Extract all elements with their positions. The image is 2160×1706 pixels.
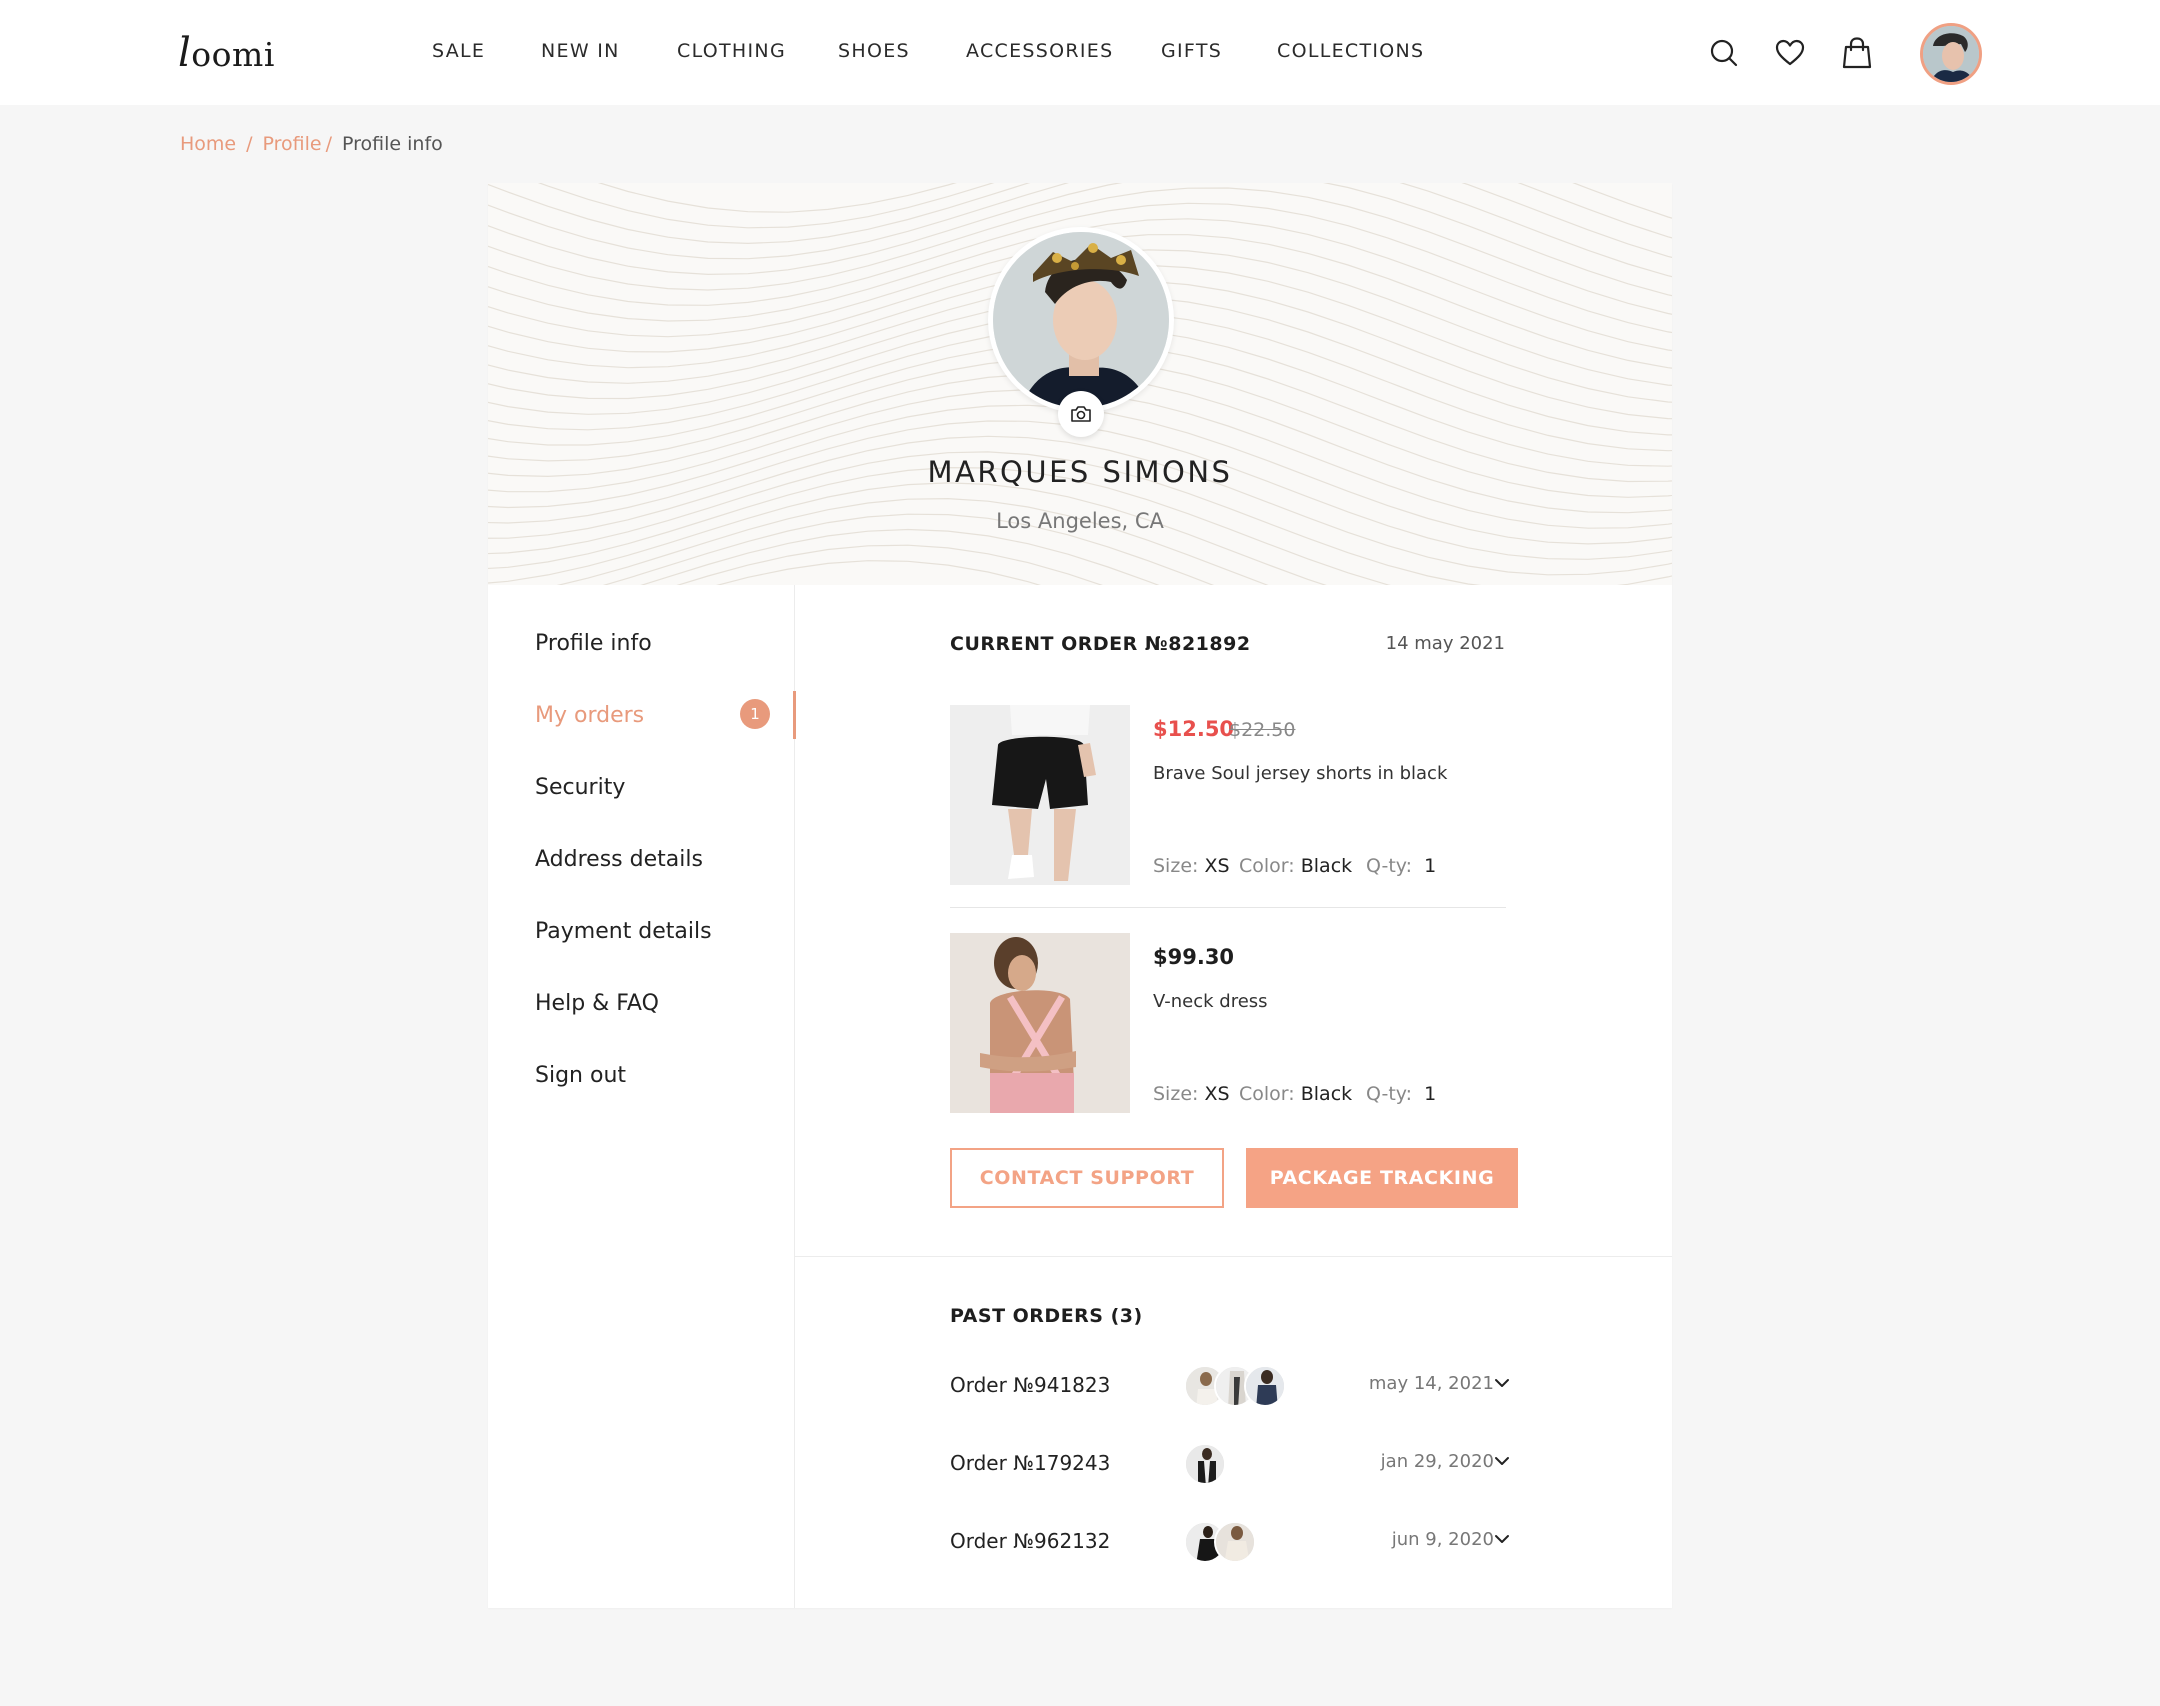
divider (950, 907, 1506, 908)
nav-accessories[interactable]: ACCESSORIES (966, 40, 1113, 62)
product-image[interactable] (950, 933, 1130, 1113)
product-name[interactable]: V-neck dress (1153, 991, 1268, 1012)
chevron-down-icon[interactable] (1490, 1527, 1514, 1551)
breadcrumb-home[interactable]: Home (180, 133, 236, 155)
color-label: Color: (1239, 1083, 1295, 1105)
product-thumbnail (1214, 1521, 1256, 1563)
size-label: Size: (1153, 855, 1199, 877)
product-price: $99.30 (1153, 945, 1235, 969)
order-item: $99.30 V-neck dress Size: XS Color: Blac… (950, 933, 1547, 1113)
product-name[interactable]: Brave Soul jersey shorts in black (1153, 763, 1447, 784)
breadcrumb: Home / Profile / Profile info (180, 133, 443, 155)
product-thumbnail (1184, 1443, 1226, 1485)
package-tracking-button[interactable]: PACKAGE TRACKING (1246, 1148, 1518, 1208)
size-value: XS (1204, 1083, 1230, 1105)
size-label: Size: (1153, 1083, 1199, 1105)
qty-label: Q-ty: (1366, 1083, 1413, 1105)
breadcrumb-current: Profile info (342, 133, 443, 155)
nav-clothing[interactable]: CLOTHING (677, 40, 786, 62)
orders-panel: CURRENT ORDER №821892 14 may 2021 $12.50… (488, 183, 1672, 1608)
header-user-avatar[interactable] (1920, 23, 1982, 85)
nav-new-in[interactable]: NEW IN (541, 40, 620, 62)
past-order-number: Order №179243 (950, 1451, 1111, 1475)
breadcrumb-profile[interactable]: Profile (263, 133, 322, 155)
main-nav: SALE NEW IN CLOTHING SHOES ACCESSORIES G… (0, 40, 2160, 70)
breadcrumb-separator: / (325, 133, 332, 155)
product-size: Size: XS (1153, 855, 1230, 877)
past-order-number: Order №941823 (950, 1373, 1111, 1397)
product-size: Size: XS (1153, 1083, 1230, 1105)
color-label: Color: (1239, 855, 1295, 877)
order-item: $12.50 $22.50 Brave Soul jersey shorts i… (950, 705, 1547, 885)
breadcrumb-separator: / (246, 133, 253, 155)
qty-value: 1 (1424, 1083, 1437, 1105)
qty-label: Q-ty: (1366, 855, 1413, 877)
section-divider (795, 1256, 1672, 1257)
product-thumbnail (1244, 1365, 1286, 1407)
product-old-price: $22.50 (1229, 719, 1296, 741)
product-qty: Q-ty: 1 (1366, 855, 1436, 877)
current-order-title: CURRENT ORDER №821892 (950, 633, 1251, 655)
nav-shoes[interactable]: SHOES (838, 40, 910, 62)
search-icon[interactable] (1707, 36, 1741, 70)
product-color: Color: Black (1239, 855, 1352, 877)
product-color: Color: Black (1239, 1083, 1352, 1105)
chevron-down-icon[interactable] (1490, 1449, 1514, 1473)
contact-support-button[interactable]: CONTACT SUPPORT (950, 1148, 1224, 1208)
color-value: Black (1300, 1083, 1353, 1105)
past-order-row[interactable]: Order №179243 jan 29, 2020 (950, 1441, 1510, 1487)
qty-value: 1 (1424, 855, 1437, 877)
past-order-row[interactable]: Order №962132 jun 9, 2020 (950, 1519, 1510, 1565)
current-order-date: 14 may 2021 (1385, 633, 1505, 654)
heart-icon[interactable] (1773, 36, 1807, 70)
shopping-bag-icon[interactable] (1840, 36, 1874, 70)
size-value: XS (1204, 855, 1230, 877)
past-order-row[interactable]: Order №941823 may 14, 2021 (950, 1363, 1510, 1409)
past-order-date: jun 9, 2020 (1391, 1529, 1494, 1550)
past-order-number: Order №962132 (950, 1529, 1111, 1553)
past-order-date: may 14, 2021 (1368, 1373, 1494, 1394)
product-image[interactable] (950, 705, 1130, 885)
chevron-down-icon[interactable] (1490, 1371, 1514, 1395)
top-header: loomi loomi SALE NEW IN CLOTHING SHOES A… (0, 0, 2160, 105)
nav-sale[interactable]: SALE (432, 40, 485, 62)
nav-gifts[interactable]: GIFTS (1161, 40, 1222, 62)
past-order-date: jan 29, 2020 (1380, 1451, 1494, 1472)
product-price: $12.50 (1153, 717, 1235, 741)
product-qty: Q-ty: 1 (1366, 1083, 1436, 1105)
color-value: Black (1300, 855, 1353, 877)
nav-collections[interactable]: COLLECTIONS (1277, 40, 1424, 62)
past-orders-title: PAST ORDERS (3) (950, 1305, 1143, 1327)
